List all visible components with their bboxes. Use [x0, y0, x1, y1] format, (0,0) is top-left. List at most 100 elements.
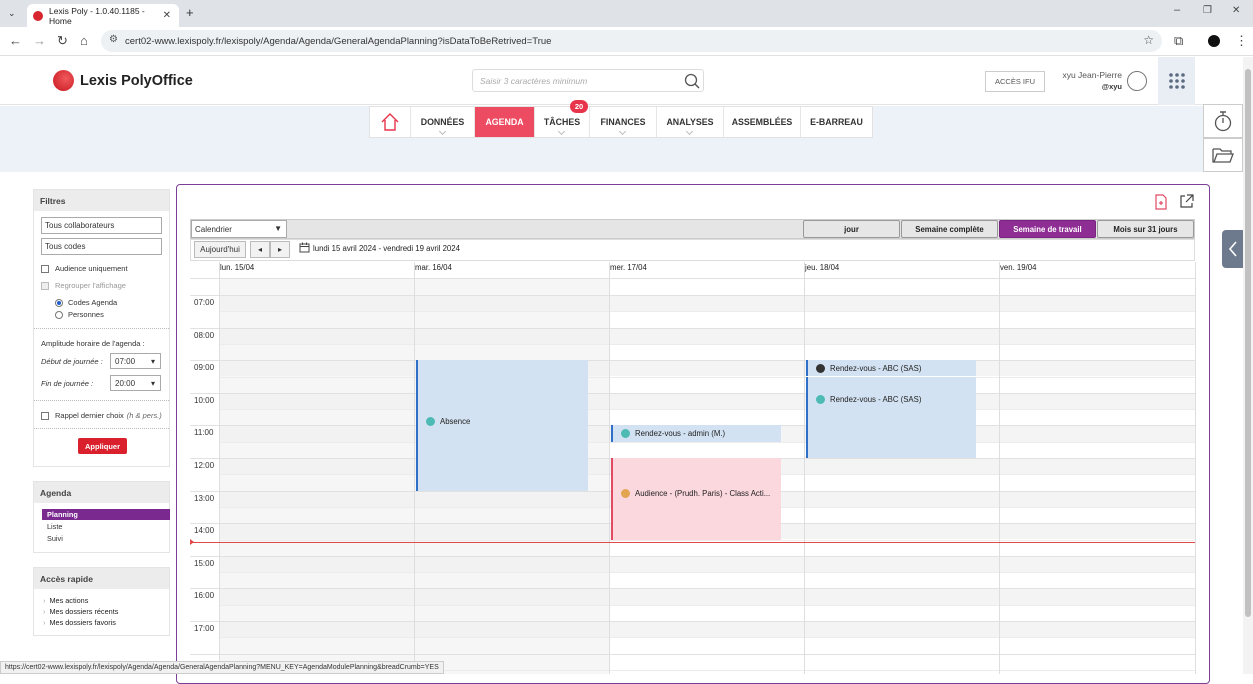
nav-analyses[interactable]: ANALYSES	[657, 107, 724, 137]
folder-open-icon	[1212, 148, 1234, 163]
grid-line	[190, 555, 1195, 557]
radio-persons[interactable]	[55, 310, 63, 319]
view-full-week-button[interactable]: Semaine complète	[901, 220, 998, 238]
collaborators-select[interactable]: Tous collaborateurs	[41, 217, 162, 234]
calendar-event[interactable]: Rendez-vous - ABC (SAS)	[806, 376, 976, 458]
brand-logo[interactable]: Lexis PolyOffice	[53, 70, 193, 91]
agenda-menu-panel: Agenda Planning Liste Suivi	[33, 481, 170, 553]
calendar-event[interactable]: Rendez-vous - ABC (SAS)	[806, 360, 976, 377]
audience-only-checkbox[interactable]	[41, 264, 49, 273]
radio-codes[interactable]	[55, 298, 63, 307]
group-display-option: Regrouper l'affichage	[41, 281, 126, 290]
grid-line	[219, 539, 1195, 541]
event-status-icon	[426, 417, 435, 427]
radio-codes-option[interactable]: Codes Agenda	[55, 298, 117, 307]
view-month-button[interactable]: Mois sur 31 jours	[1097, 220, 1194, 238]
calendar-source-select[interactable]: Calendrier ▼	[191, 220, 287, 238]
timer-button[interactable]	[1203, 104, 1243, 138]
time-label: 08:00	[194, 330, 215, 340]
close-tab-icon[interactable]: ✕	[163, 10, 171, 21]
home-icon	[381, 113, 399, 131]
open-external-icon[interactable]	[1179, 194, 1194, 209]
new-tab-button[interactable]: +	[186, 5, 194, 20]
recall-option[interactable]: Rappel dernier choix (h & pers.)	[41, 411, 162, 420]
calendar-event[interactable]: Rendez-vous - admin (M.)	[611, 425, 781, 442]
tasks-count-badge: 20	[570, 100, 588, 113]
day-header[interactable]: mer. 17/04	[610, 263, 647, 272]
calendar-event[interactable]: Audience - (Prudh. Paris) - Class Acti..…	[611, 458, 781, 540]
chevron-left-icon	[1228, 241, 1237, 257]
browser-menu-icon[interactable]: ⋮	[1235, 33, 1248, 49]
nav-ebarreau[interactable]: E-BARREAU	[801, 107, 872, 137]
agenda-menu-suivi[interactable]: Suivi	[47, 534, 63, 543]
nav-donnees[interactable]: DONNÉES	[411, 107, 475, 137]
nav-assemblees[interactable]: ASSEMBLÉES	[724, 107, 801, 137]
reload-icon[interactable]: ↻	[57, 33, 68, 49]
time-label: 07:00	[194, 298, 215, 307]
today-button[interactable]: Aujourd'hui	[194, 241, 246, 258]
minimize-icon[interactable]: –	[1174, 4, 1180, 16]
home-icon[interactable]: ⌂	[80, 33, 88, 49]
quick-access-panel: Accès rapide Mes actions Mes dossiers ré…	[33, 567, 170, 636]
calendar-event[interactable]: Absence	[416, 360, 588, 491]
agenda-menu-liste[interactable]: Liste	[47, 522, 62, 531]
tab-title: Lexis Poly - 1.0.40.1185 - Home	[49, 5, 145, 26]
acces-ifu-button[interactable]: ACCÈS IFU	[985, 71, 1045, 92]
back-icon[interactable]: ←	[9, 33, 22, 49]
codes-select[interactable]: Tous codes	[41, 238, 162, 255]
user-info[interactable]: xyu Jean-Pierre @xyu	[1050, 70, 1122, 92]
quick-link-recent[interactable]: Mes dossiers récents	[43, 607, 118, 616]
stopwatch-icon	[1214, 111, 1232, 132]
bookmark-star-icon[interactable]: ☆	[1143, 33, 1154, 47]
profile-icon[interactable]	[1208, 35, 1220, 47]
end-time-select[interactable]: 20:00	[110, 375, 161, 391]
recall-checkbox[interactable]	[41, 411, 49, 420]
tab-list-icon[interactable]: ⌄	[8, 8, 16, 19]
apply-button[interactable]: Appliquer	[78, 438, 127, 454]
global-search-input[interactable]: Saisir 3 caractères minimum	[472, 69, 704, 92]
next-week-button[interactable]: ▸	[270, 241, 290, 258]
scrollbar-thumb[interactable]	[1245, 69, 1251, 617]
chevron-down-icon	[438, 127, 446, 136]
time-label: 13:00	[194, 493, 215, 503]
event-status-icon	[816, 394, 825, 404]
quick-link-actions[interactable]: Mes actions	[43, 596, 88, 605]
day-header[interactable]: lun. 15/04	[220, 263, 254, 272]
nav-finances[interactable]: FINANCES	[590, 107, 657, 137]
page-scrollbar[interactable]	[1243, 57, 1253, 674]
nav-home[interactable]	[370, 107, 411, 137]
grid-line	[190, 621, 1195, 622]
app-launcher-button[interactable]	[1158, 57, 1195, 105]
day-header[interactable]: ven. 19/04	[1000, 263, 1036, 272]
prev-week-button[interactable]: ◂	[250, 241, 270, 258]
folder-button[interactable]	[1203, 138, 1243, 172]
quick-link-favorites[interactable]: Mes dossiers favoris	[43, 618, 116, 627]
grid-line	[219, 441, 1195, 443]
avatar[interactable]	[1127, 71, 1147, 91]
time-label: 17:00	[194, 624, 215, 633]
browser-tab[interactable]: Lexis Poly - 1.0.40.1185 - Home ✕	[27, 4, 179, 27]
url-field[interactable]: ⚙ cert02-www.lexispoly.fr/lexispoly/Agen…	[101, 30, 1162, 52]
extensions-icon[interactable]: ⧉	[1174, 33, 1183, 49]
dropdown-arrow-icon: ▼	[274, 224, 282, 233]
side-panel-toggle[interactable]	[1222, 230, 1243, 268]
audience-only-option[interactable]: Audience uniquement	[41, 264, 128, 273]
time-label: 15:00	[194, 558, 215, 568]
view-work-week-button[interactable]: Semaine de travail	[999, 220, 1096, 238]
forward-icon[interactable]: →	[33, 33, 46, 49]
search-icon[interactable]	[683, 72, 701, 90]
brand-name: Lexis PolyOffice	[80, 72, 193, 89]
radio-persons-option[interactable]: Personnes	[55, 310, 104, 319]
view-day-button[interactable]: jour	[803, 220, 900, 238]
nav-agenda[interactable]: AGENDA	[475, 107, 535, 137]
start-time-select[interactable]: 07:00	[110, 353, 161, 369]
day-header[interactable]: jeu. 18/04	[805, 263, 839, 272]
agenda-menu-planning[interactable]: Planning	[42, 509, 170, 520]
restore-icon[interactable]: ❐	[1203, 5, 1212, 16]
close-window-icon[interactable]: ✕	[1232, 5, 1240, 16]
grid-line	[219, 637, 1195, 639]
calendar-icon[interactable]	[299, 242, 310, 253]
day-header[interactable]: mar. 16/04	[415, 263, 452, 272]
pdf-export-icon[interactable]	[1154, 194, 1168, 210]
site-info-icon[interactable]: ⚙	[109, 34, 118, 45]
